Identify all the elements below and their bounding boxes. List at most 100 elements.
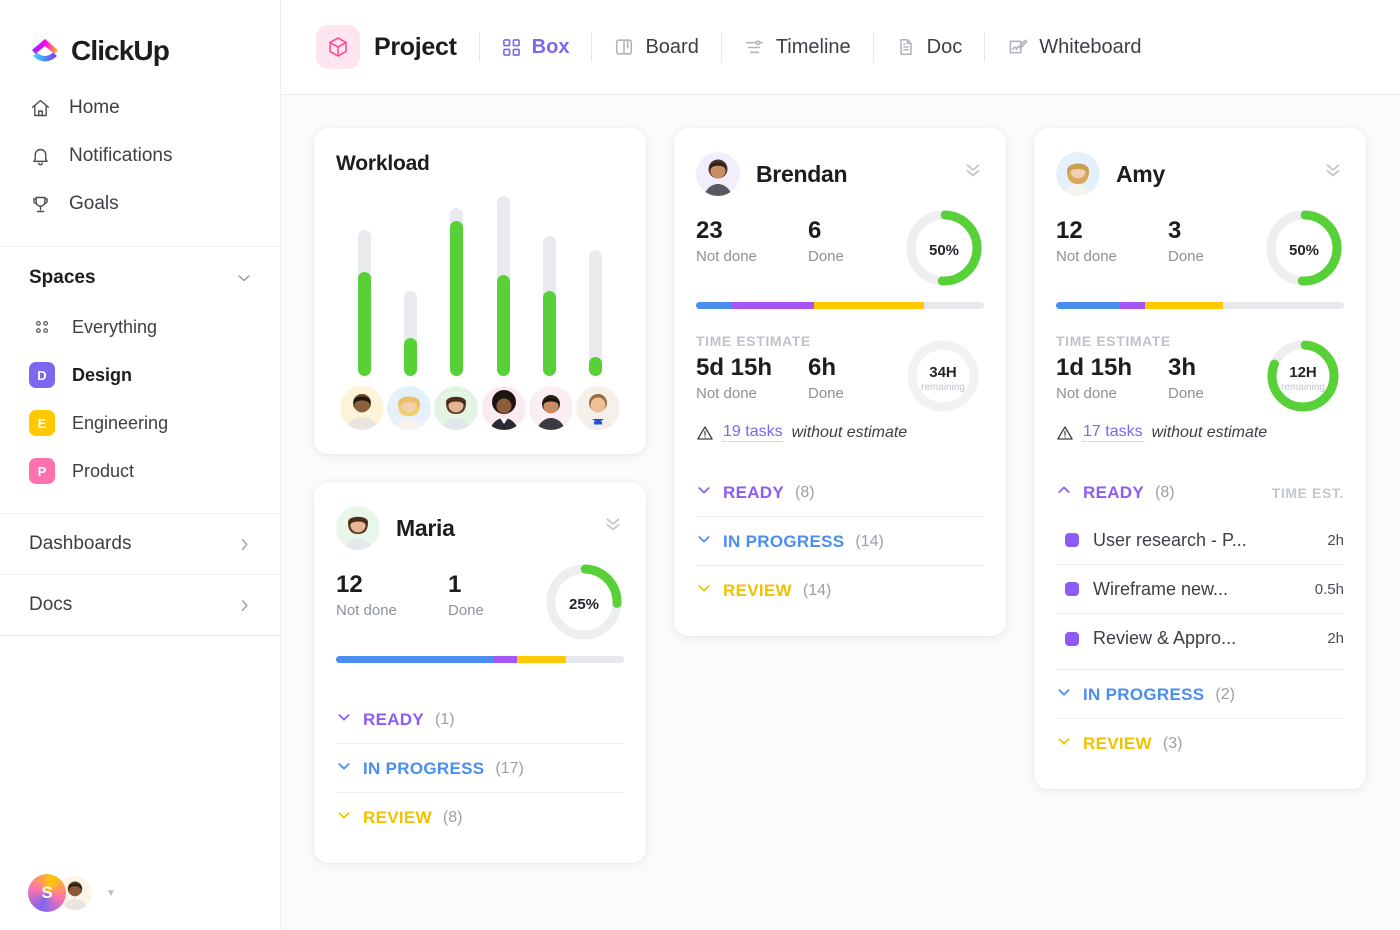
status-label: IN PROGRESS <box>1083 684 1205 704</box>
space-badge-design: D <box>29 362 55 388</box>
status-count: (1) <box>435 710 455 728</box>
workload-bar-fill <box>357 272 371 376</box>
workload-bar-group[interactable] <box>483 196 523 376</box>
status-label: READY <box>723 482 785 502</box>
person-name: Brendan <box>756 160 848 187</box>
caret-down-icon[interactable]: ▼ <box>106 888 116 899</box>
status-row-in-progress[interactable]: IN PROGRESS (2) <box>1056 669 1344 718</box>
stat-value: 12 <box>336 571 363 598</box>
sidebar-item-label: Everything <box>72 316 158 337</box>
status-row-review[interactable]: REVIEW (3) <box>1056 718 1344 767</box>
chevron-down-icon <box>1056 733 1072 754</box>
cube-icon <box>316 25 360 69</box>
sidebar-item-label: Notifications <box>69 145 173 166</box>
segment-ready <box>494 656 518 663</box>
without-estimate-warning[interactable]: 19 tasks without estimate <box>696 423 984 442</box>
avatar[interactable] <box>336 506 380 550</box>
task-row[interactable]: Review & Appro... 2h <box>1056 614 1344 663</box>
task-row[interactable]: User research - P... 2h <box>1056 516 1344 565</box>
chevron-down-icon[interactable] <box>234 268 254 288</box>
sidebar-item-product[interactable]: P Product <box>0 447 280 495</box>
sidebar-item-design[interactable]: D Design <box>0 351 280 399</box>
sidebar-item-label: Docs <box>29 594 73 615</box>
user-account-menu[interactable]: S ▼ <box>28 874 116 912</box>
donut-sublabel: remaining <box>1281 382 1325 393</box>
avatar[interactable]: S <box>28 874 66 912</box>
workload-bar-group[interactable] <box>576 250 616 376</box>
avatar[interactable] <box>340 386 384 430</box>
tasks-without-estimate-link[interactable]: 17 tasks <box>1083 423 1143 442</box>
status-row-in-progress[interactable]: IN PROGRESS (14) <box>696 516 984 565</box>
person-card-maria: Maria 12 Not done 1 Done 25% READY (1) I… <box>314 482 646 863</box>
sidebar-divider-4 <box>0 635 280 636</box>
avatar[interactable] <box>575 386 620 430</box>
tab-doc[interactable]: Doc <box>874 25 985 69</box>
segment-in-progress <box>336 656 495 663</box>
stat-value: 12 <box>1056 217 1083 244</box>
workload-bar-group[interactable] <box>530 236 570 376</box>
avatar[interactable] <box>1056 152 1100 196</box>
chevron-double-down-icon[interactable] <box>602 512 624 539</box>
status-row-ready[interactable]: READY (8) <box>696 468 984 516</box>
donut-value: 50% <box>1288 242 1320 259</box>
task-row[interactable]: Wireframe new... 0.5h <box>1056 565 1344 614</box>
sidebar-item-everything[interactable]: Everything <box>0 303 280 351</box>
status-count: (8) <box>442 808 463 826</box>
workload-bar-fill <box>589 357 603 376</box>
avatar[interactable] <box>387 386 432 430</box>
brand-logo[interactable]: ClickUp <box>0 0 280 76</box>
chevron-double-down-icon[interactable] <box>1322 158 1344 185</box>
tab-label: Board <box>645 35 699 58</box>
card-header: Amy <box>1056 152 1344 196</box>
doc-icon <box>896 37 916 57</box>
spaces-section-header[interactable]: Spaces <box>0 247 280 303</box>
donut-value: 50% <box>928 242 960 259</box>
task-name: Wireframe new... <box>1093 578 1229 599</box>
status-segment-bar <box>336 656 624 663</box>
avatar[interactable] <box>481 386 526 430</box>
task-name: User research - P... <box>1093 529 1247 550</box>
workload-bar-group[interactable] <box>390 291 430 376</box>
workload-bar-group[interactable] <box>437 208 477 376</box>
avatar[interactable] <box>696 152 740 196</box>
sidebar-item-goals[interactable]: Goals <box>0 180 280 228</box>
status-row-ready[interactable]: READY (1) <box>336 695 624 743</box>
chevron-up-icon <box>1056 482 1072 503</box>
sidebar-item-label: Engineering <box>72 412 169 433</box>
chevron-double-down-icon[interactable] <box>962 158 984 185</box>
segment-empty <box>566 656 624 663</box>
status-label: READY <box>1083 482 1145 502</box>
status-row-review[interactable]: REVIEW (14) <box>696 565 984 614</box>
segment-in-progress <box>1056 302 1120 309</box>
without-estimate-warning[interactable]: 17 tasks without estimate <box>1056 423 1344 442</box>
sidebar-item-home[interactable]: Home <box>0 84 280 132</box>
tab-box[interactable]: Box <box>480 25 592 69</box>
status-row-review[interactable]: REVIEW (8) <box>336 792 624 841</box>
board-column-3: Amy 12 Not done 3 Done 50% TIME ESTIMATE… <box>1034 128 1366 789</box>
time-estimate-row: 5d 15h Not done 6h Done 34H remaining <box>696 340 984 417</box>
time-estimate-row: 1d 15h Not done 3h Done 12H remaining <box>1056 340 1344 417</box>
chevron-down-icon <box>336 758 352 779</box>
bell-icon <box>29 145 51 167</box>
status-row-ready[interactable]: READY (8) TIME EST. <box>1056 468 1344 516</box>
tasks-without-estimate-link[interactable]: 19 tasks <box>723 423 783 442</box>
status-row-in-progress[interactable]: IN PROGRESS (17) <box>336 743 624 792</box>
tab-whiteboard[interactable]: Whiteboard <box>985 25 1163 69</box>
avatar[interactable] <box>434 386 479 430</box>
sidebar-item-docs[interactable]: Docs <box>0 575 280 635</box>
sidebar-item-dashboards[interactable]: Dashboards <box>0 514 280 574</box>
sidebar-item-notifications[interactable]: Notifications <box>0 132 280 180</box>
workload-bar-group[interactable] <box>344 230 384 376</box>
stat-label: Not done <box>1056 248 1117 266</box>
board-columns: Workload Maria 12 Not done 1 Done 25% RE… <box>281 95 1400 930</box>
avatar[interactable] <box>528 386 573 430</box>
donut-value: 25% <box>568 596 600 613</box>
tab-board[interactable]: Board <box>592 25 720 69</box>
space-badge-product: P <box>29 458 55 484</box>
stat-value: 23 <box>696 217 723 244</box>
workload-chart <box>336 176 624 376</box>
status-label: READY <box>363 709 425 729</box>
tab-timeline[interactable]: Timeline <box>722 25 873 69</box>
sidebar-item-engineering[interactable]: E Engineering <box>0 399 280 447</box>
chevron-right-icon <box>235 535 254 554</box>
